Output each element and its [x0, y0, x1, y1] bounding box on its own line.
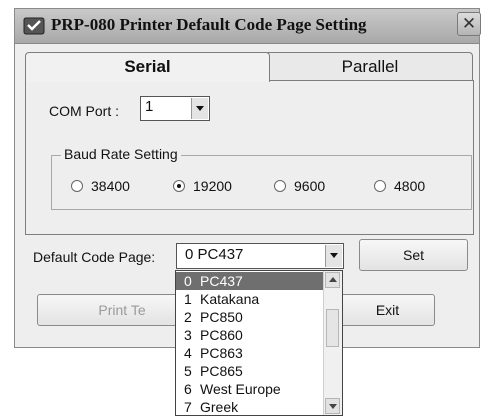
list-item-number: 4	[184, 345, 192, 361]
scroll-down-arrow-icon[interactable]	[325, 398, 340, 414]
list-item-number: 2	[184, 309, 192, 325]
list-item-name: Katakana	[200, 291, 260, 307]
printer-app-icon	[23, 17, 45, 35]
set-button-label: Set	[402, 247, 424, 263]
com-port-value: 1	[145, 98, 154, 115]
list-item[interactable]: 1 Katakana	[176, 290, 324, 308]
list-item-name: PC863	[200, 345, 243, 361]
tab-parallel-label: Parallel	[341, 57, 399, 76]
radio-button-icon	[274, 180, 286, 192]
tab-parallel[interactable]: Parallel	[267, 52, 473, 80]
list-item[interactable]: 7 Greek	[176, 398, 324, 415]
list-item-name: PC865	[200, 363, 243, 379]
radio-button-icon	[173, 180, 185, 192]
window-title: PRP-080 Printer Default Code Page Settin…	[51, 15, 367, 34]
com-port-label: COM Port :	[49, 103, 120, 119]
list-item-name: West Europe	[200, 381, 281, 397]
dropdown-scrollbar[interactable]	[323, 271, 342, 415]
list-item-number: 3	[184, 327, 192, 343]
list-item[interactable]: 2 PC850	[176, 308, 324, 326]
list-item[interactable]: 6 West Europe	[176, 380, 324, 398]
tab-serial[interactable]: Serial	[25, 52, 270, 82]
baud-rate-group-label: Baud Rate Setting	[61, 146, 181, 162]
list-item-name: Greek	[200, 399, 239, 415]
scroll-up-arrow-icon[interactable]	[325, 272, 340, 288]
list-item-name: PC850	[200, 309, 243, 325]
close-button[interactable]: ✕	[457, 12, 481, 36]
list-item-number: 1	[184, 291, 192, 307]
default-code-page-label: Default Code Page:	[33, 249, 156, 265]
code-page-selected-value: 0 PC437	[185, 246, 244, 263]
list-item[interactable]: 5 PC865	[176, 362, 324, 380]
scroll-thumb[interactable]	[326, 309, 339, 347]
set-button[interactable]: Set	[359, 239, 468, 271]
list-item-number: 0	[184, 273, 192, 289]
list-item[interactable]: 3 PC860	[176, 326, 324, 344]
baud-option-label: 19200	[193, 178, 232, 194]
chevron-down-icon[interactable]	[325, 245, 342, 267]
exit-button-label: Exit	[375, 302, 400, 318]
radio-button-icon	[71, 180, 83, 192]
com-port-select[interactable]: 1	[140, 96, 210, 121]
baud-option-label: 38400	[91, 178, 130, 194]
title-bar: PRP-080 Printer Default Code Page Settin…	[15, 9, 479, 44]
radio-button-icon	[374, 180, 386, 192]
list-item-number: 6	[184, 381, 192, 397]
close-icon: ✕	[461, 14, 477, 33]
baud-option-label: 4800	[394, 178, 426, 194]
print-test-label: Print Te	[98, 302, 146, 318]
list-item-number: 5	[184, 363, 192, 379]
list-item[interactable]: 0 PC437	[176, 272, 324, 290]
tab-serial-label: Serial	[124, 57, 171, 76]
chevron-down-icon[interactable]	[191, 98, 208, 119]
list-item-number: 7	[184, 399, 192, 415]
list-item-name: PC437	[200, 273, 243, 289]
code-page-dropdown-list[interactable]: 0 PC437 1 Katakana 2 PC850 3 PC860 4 PC863 5P…	[175, 270, 343, 416]
list-item-name: PC860	[200, 327, 243, 343]
list-item[interactable]: 4 PC863	[176, 344, 324, 362]
exit-button[interactable]: Exit	[340, 294, 435, 326]
code-page-select[interactable]: 0 PC437	[176, 243, 344, 269]
baud-option-label: 9600	[294, 178, 326, 194]
